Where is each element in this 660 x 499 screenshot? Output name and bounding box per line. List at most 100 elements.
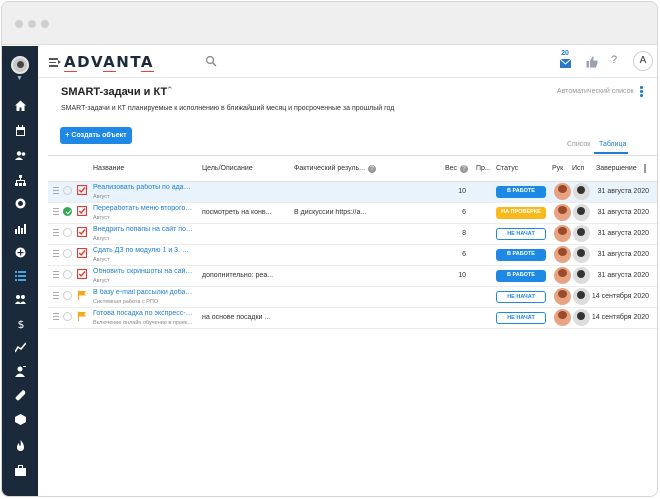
drag-handle-icon[interactable] xyxy=(53,271,59,280)
drag-handle-icon[interactable] xyxy=(53,208,59,217)
box-icon[interactable] xyxy=(13,412,27,426)
status-badge[interactable]: НЕ НАЧАТ xyxy=(496,228,546,240)
team-icon[interactable] xyxy=(13,292,27,306)
status-badge[interactable]: НА ПРОВЕРКЕ xyxy=(496,207,546,219)
task-name-link[interactable]: Обновить скриншоты на сайт... xyxy=(93,268,193,275)
status-badge[interactable]: В РАБОТЕ xyxy=(496,249,546,261)
chevron-up-icon[interactable]: ⌃ xyxy=(166,85,174,96)
manager-avatar[interactable] xyxy=(554,309,571,326)
task-name-link[interactable]: Сдать ДЗ по модулю 1 и 3. По... xyxy=(93,247,193,254)
col-status[interactable]: Статус xyxy=(496,165,518,172)
tab-list[interactable]: Список xyxy=(567,141,590,148)
drag-handle-icon[interactable] xyxy=(53,187,59,196)
dollar-icon[interactable]: $ xyxy=(13,316,27,330)
menu-toggle-icon[interactable] xyxy=(49,57,61,67)
create-object-button[interactable]: + Создать объект xyxy=(60,127,132,144)
table-row[interactable]: Готова посадка по экспресс-к... Включение… xyxy=(48,308,657,329)
manager-avatar[interactable] xyxy=(554,267,571,284)
thumbs-up-icon[interactable] xyxy=(586,56,598,68)
sidebar: ▼ $ xyxy=(2,46,38,496)
deadline-date: 14 сентября 2020 xyxy=(591,314,649,321)
more-menu-icon[interactable] xyxy=(640,86,643,98)
manager-avatar[interactable] xyxy=(554,246,571,263)
people-icon[interactable] xyxy=(13,148,27,162)
complete-toggle[interactable] xyxy=(63,228,72,237)
task-weight: 10 xyxy=(458,272,466,279)
page-title: SMART-задачи и КТ xyxy=(61,86,168,98)
col-deadline[interactable]: Завершение xyxy=(596,165,637,172)
wrench-icon[interactable] xyxy=(13,388,27,402)
avatar[interactable] xyxy=(11,56,29,74)
complete-toggle[interactable] xyxy=(63,270,72,279)
task-name-link[interactable]: В базу e-mail рассылки добав... xyxy=(93,289,193,296)
fire-icon[interactable] xyxy=(13,438,27,452)
status-badge[interactable]: В РАБОТЕ xyxy=(496,270,546,282)
user-menu[interactable]: A xyxy=(633,51,653,71)
deadline-date: 31 августа 2020 xyxy=(597,188,649,195)
table-row[interactable]: В базу e-mail рассылки добав... Системная… xyxy=(48,287,657,308)
col-goal[interactable]: Цель/Описание xyxy=(202,165,253,172)
col-weight[interactable]: Вес? xyxy=(445,165,469,173)
table-row[interactable]: Реализовать работы по адапт... Август 10 В … xyxy=(48,182,657,203)
manager-avatar[interactable] xyxy=(554,204,571,221)
org-chart-icon[interactable] xyxy=(13,173,27,187)
col-executor[interactable]: Исп xyxy=(572,165,584,172)
status-badge[interactable]: НЕ НАЧАТ xyxy=(496,291,546,303)
table-row[interactable]: Переработать меню второго у... Август посм… xyxy=(48,203,657,224)
page-description: SMART-задачи и КТ планируемые к исполнен… xyxy=(61,105,395,112)
manager-avatar[interactable] xyxy=(554,288,571,305)
task-name-link[interactable]: Реализовать работы по адапт... xyxy=(93,184,193,191)
task-name-link[interactable]: Переработать меню второго у... xyxy=(93,205,193,212)
drag-handle-icon[interactable] xyxy=(53,250,59,259)
logo[interactable]: ADVANTA xyxy=(64,53,154,72)
status-badge[interactable]: НЕ НАЧАТ xyxy=(496,312,546,324)
complete-toggle[interactable] xyxy=(63,207,72,216)
list-icon[interactable] xyxy=(13,268,27,282)
home-icon[interactable] xyxy=(13,98,27,112)
help-icon[interactable]: ? xyxy=(611,54,617,66)
trend-icon[interactable] xyxy=(13,340,27,354)
task-goal: дополнительно: реа... xyxy=(202,272,274,279)
drag-handle-icon[interactable] xyxy=(53,292,59,301)
col-priority[interactable]: Пр... xyxy=(476,165,491,172)
task-checkbox-icon xyxy=(76,205,88,217)
task-name-link[interactable]: Готова посадка по экспресс-к... xyxy=(93,310,193,317)
manager-avatar[interactable] xyxy=(554,183,571,200)
drag-handle-icon[interactable] xyxy=(53,313,59,322)
calendar-icon[interactable] xyxy=(13,123,27,137)
tab-table[interactable]: Таблица xyxy=(599,141,626,148)
deadline-date: 31 августа 2020 xyxy=(597,272,649,279)
task-weight: 6 xyxy=(462,251,466,258)
chart-icon[interactable] xyxy=(13,221,27,235)
table-row[interactable]: Сдать ДЗ по модулю 1 и 3. По... Август 6 В … xyxy=(48,245,657,266)
task-name-link[interactable]: Внедрить попапы на сайт под ... xyxy=(93,226,193,233)
browser-window: ▼ $ ADVANTA 20 ? A SMART-задачи и КТ ⌃ А… xyxy=(1,1,658,497)
task-checkbox-icon xyxy=(76,247,88,259)
circle-icon[interactable] xyxy=(13,196,27,210)
search-icon[interactable] xyxy=(205,55,217,67)
col-manager[interactable]: Рук xyxy=(552,165,563,172)
col-name[interactable]: Название xyxy=(93,165,124,172)
notification-count: 20 xyxy=(561,50,569,57)
notifications-button[interactable]: 20 xyxy=(558,50,572,68)
complete-toggle[interactable] xyxy=(63,249,72,258)
manager-avatar[interactable] xyxy=(554,225,571,242)
status-badge[interactable]: В РАБОТЕ xyxy=(496,186,546,198)
flag-icon xyxy=(77,311,87,321)
table-row[interactable]: Обновить скриншоты на сайт... Август допол… xyxy=(48,266,657,287)
help-icon[interactable]: ? xyxy=(368,165,377,173)
col-fact[interactable]: Фактический резуль...? xyxy=(294,165,377,173)
sort-icon[interactable] xyxy=(644,164,646,173)
table-row[interactable]: Внедрить попапы на сайт под ... Август 8 НЕ… xyxy=(48,224,657,245)
help-icon[interactable]: ? xyxy=(460,165,469,173)
complete-toggle[interactable] xyxy=(63,186,72,195)
task-parent: Август xyxy=(93,278,110,284)
chevron-down-icon[interactable]: ▼ xyxy=(16,75,23,82)
drag-handle-icon[interactable] xyxy=(53,229,59,238)
user-plus-icon[interactable] xyxy=(13,364,27,378)
task-checkbox-icon xyxy=(76,268,88,280)
complete-toggle[interactable] xyxy=(63,312,72,321)
briefcase-icon[interactable] xyxy=(13,463,27,477)
plus-circle-icon[interactable] xyxy=(13,245,27,259)
complete-toggle[interactable] xyxy=(63,291,72,300)
